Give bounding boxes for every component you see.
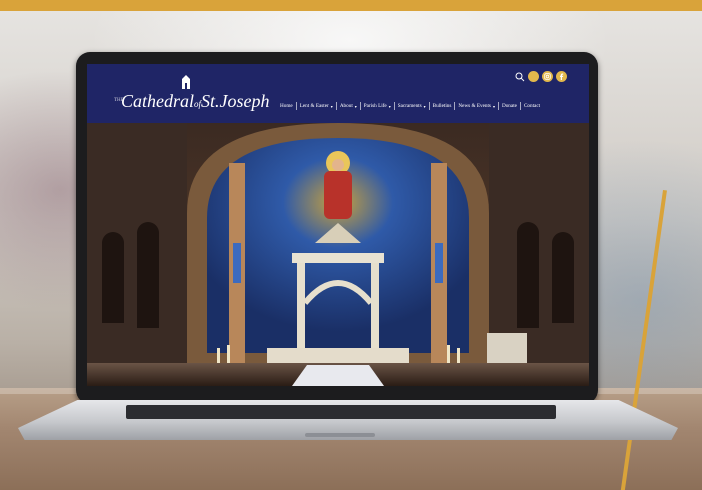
chevron-down-icon: ▾ xyxy=(354,103,357,109)
nav-item-about[interactable]: About ▾ xyxy=(340,103,357,109)
social-icon[interactable] xyxy=(528,71,539,82)
nav-item-news-events[interactable]: News & Events ▾ xyxy=(458,103,495,109)
nav-divider xyxy=(295,102,297,110)
facebook-icon[interactable] xyxy=(556,71,567,82)
nav-item-sacraments[interactable]: Sacraments ▾ xyxy=(398,103,426,109)
chevron-down-icon: ▾ xyxy=(388,103,391,109)
nav-divider xyxy=(393,102,395,110)
nav-item-parish-life[interactable]: Parish Life ▾ xyxy=(364,103,391,109)
chevron-down-icon: ▾ xyxy=(330,103,333,109)
laptop-screen: THE CathedralofSt.Joseph Home Lent & Eas… xyxy=(87,64,589,386)
site-logo[interactable]: CathedralofSt.Joseph xyxy=(121,91,270,112)
laptop-hinge-notch xyxy=(305,433,375,437)
header-icons xyxy=(515,71,567,82)
nav-divider xyxy=(454,102,456,110)
main-nav: Home Lent & Easter ▾ About ▾ Parish Life ▾ … xyxy=(280,102,540,110)
nav-divider xyxy=(335,102,337,110)
nav-divider xyxy=(519,102,521,110)
chevron-down-icon: ▾ xyxy=(492,103,495,109)
nav-item-donate[interactable]: Donate xyxy=(502,103,517,109)
chevron-down-icon: ▾ xyxy=(423,103,426,109)
logo-of: of xyxy=(194,99,202,109)
nav-item-home[interactable]: Home xyxy=(280,103,293,109)
cathedral-illustration xyxy=(87,123,589,386)
search-icon[interactable] xyxy=(515,72,525,82)
cathedral-logo-icon xyxy=(182,75,190,89)
nav-divider xyxy=(359,102,361,110)
site-header: THE CathedralofSt.Joseph Home Lent & Eas… xyxy=(87,64,589,123)
nav-divider xyxy=(428,102,430,110)
instagram-icon[interactable] xyxy=(542,71,553,82)
nav-item-contact[interactable]: Contact xyxy=(524,103,540,109)
nav-divider xyxy=(497,102,499,110)
nav-item-bulletins[interactable]: Bulletins xyxy=(433,103,452,109)
hero-image-cathedral-interior xyxy=(87,123,589,386)
gold-top-border xyxy=(0,0,702,11)
logo-end: St.Joseph xyxy=(201,91,270,111)
nav-item-lent-easter[interactable]: Lent & Easter ▾ xyxy=(300,103,333,109)
laptop-keyboard xyxy=(126,405,556,419)
photo-scene: THE CathedralofSt.Joseph Home Lent & Eas… xyxy=(0,0,702,490)
logo-main: Cathedral xyxy=(121,91,195,111)
